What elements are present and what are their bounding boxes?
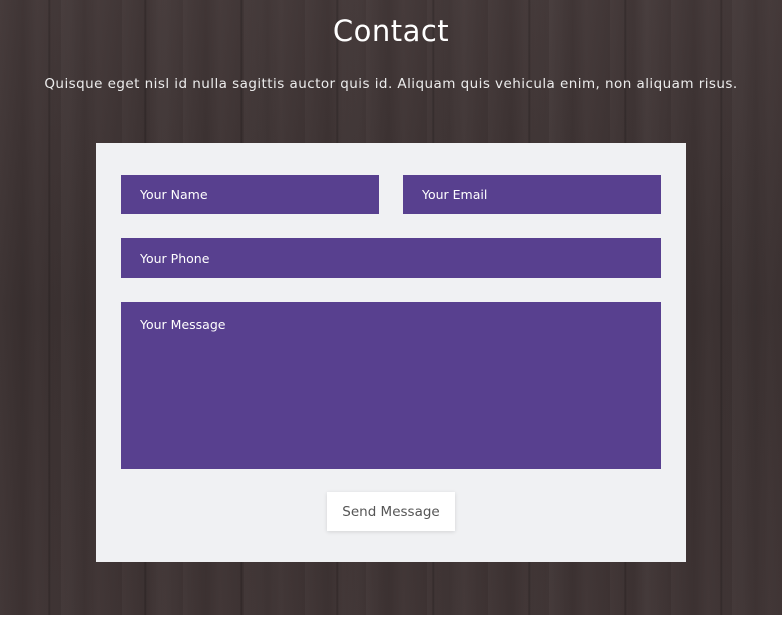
contact-form: Send Message bbox=[96, 143, 686, 562]
send-message-button[interactable]: Send Message bbox=[327, 492, 455, 531]
phone-input[interactable] bbox=[121, 238, 661, 278]
page-subtitle: Quisque eget nisl id nulla sagittis auct… bbox=[44, 76, 738, 92]
page-title: Contact bbox=[332, 14, 450, 48]
name-input[interactable] bbox=[121, 175, 379, 214]
email-input[interactable] bbox=[403, 175, 661, 214]
contact-section: Contact Quisque eget nisl id nulla sagit… bbox=[0, 0, 782, 615]
message-input[interactable] bbox=[121, 302, 661, 469]
